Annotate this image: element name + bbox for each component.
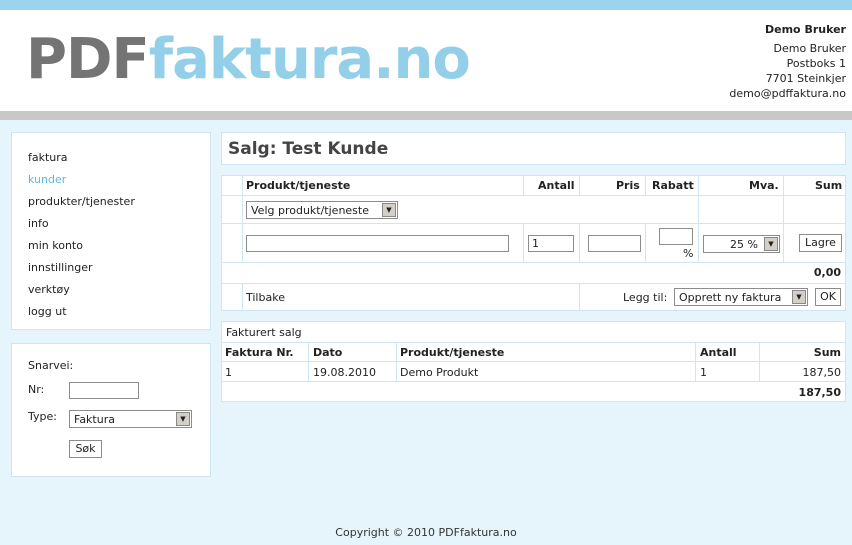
grid-line: [222, 223, 845, 224]
logo[interactable]: PDFfaktura.no: [26, 27, 471, 92]
percent-sign: %: [683, 247, 694, 260]
col-header-vat: Mva.: [749, 179, 779, 192]
footer-copyright: Copyright © 2010 PDFfaktura.no: [335, 526, 517, 539]
user-line-city: 7701 Steinkjer: [765, 72, 846, 85]
sidebar-nav: faktura kunder produkter/tjenester info …: [11, 132, 211, 330]
top-accent-bar: [0, 0, 852, 10]
search-button[interactable]: Søk: [69, 440, 102, 458]
grid-line: [222, 262, 845, 263]
table-line: [396, 342, 397, 381]
sales-total: 187,50: [798, 386, 841, 399]
col-header-discount: Rabatt: [652, 179, 694, 192]
description-input[interactable]: [246, 235, 509, 252]
vat-select[interactable]: 25 % ▼: [703, 235, 780, 253]
sidebar-item-min-konto[interactable]: min konto: [28, 235, 194, 257]
chevron-down-icon: ▼: [764, 237, 778, 251]
nr-label: Nr:: [28, 383, 45, 396]
type-select[interactable]: Faktura ▼: [69, 410, 192, 428]
row-product: Demo Produkt: [400, 366, 479, 379]
col-header-date: Dato: [313, 346, 343, 359]
save-button[interactable]: Lagre: [799, 234, 842, 252]
table-line: [759, 342, 760, 381]
col-header-sum: Sum: [815, 179, 843, 192]
sidebar-item-innstillinger[interactable]: innstillinger: [28, 257, 194, 279]
table-line: [222, 342, 845, 343]
row-invoice-nr[interactable]: 1: [225, 366, 232, 379]
quantity-input[interactable]: 1: [528, 235, 574, 252]
type-label: Type:: [28, 410, 57, 423]
row-quantity: 1: [700, 366, 707, 379]
col-header-sum: Sum: [813, 346, 841, 359]
grid-line: [783, 176, 784, 262]
grid-line: [523, 176, 524, 195]
sidebar-item-verktoy[interactable]: verktøy: [28, 279, 194, 301]
grid-line: [222, 195, 845, 196]
col-header-quantity: Antall: [538, 179, 575, 192]
col-header-product: Produkt/tjeneste: [400, 346, 505, 359]
table-line: [695, 342, 696, 381]
header-divider: [0, 111, 852, 120]
invoiced-sales-caption: Fakturert salg: [226, 326, 302, 339]
grid-line: [523, 223, 524, 262]
vat-select-value: 25 %: [730, 238, 758, 251]
add-select-value: Opprett ny faktura: [679, 291, 782, 304]
header: PDFfaktura.no Demo Bruker Demo Bruker Po…: [0, 10, 852, 111]
add-select[interactable]: Opprett ny faktura ▼: [674, 288, 808, 306]
invoiced-sales-table: Fakturert salg Faktura Nr. Dato Produkt/…: [221, 321, 846, 402]
sidebar-item-logg-ut[interactable]: logg ut: [28, 301, 194, 323]
sidebar-item-produkter[interactable]: produkter/tjenester: [28, 191, 194, 213]
row-date: 19.08.2010: [313, 366, 376, 379]
page-title: Salg: Test Kunde: [228, 139, 389, 159]
product-select[interactable]: Velg produkt/tjeneste ▼: [246, 201, 398, 219]
chevron-down-icon: ▼: [176, 412, 190, 426]
sales-entry-grid: Produkt/tjeneste Antall Pris Rabatt Mva.…: [221, 175, 846, 311]
grid-line: [242, 283, 243, 310]
ok-button[interactable]: OK: [815, 288, 841, 306]
back-link[interactable]: Tilbake: [246, 291, 285, 304]
chevron-down-icon: ▼: [792, 290, 806, 304]
price-input[interactable]: [588, 235, 641, 252]
sidebar-item-kunder[interactable]: kunder: [28, 169, 194, 191]
product-select-value: Velg produkt/tjeneste: [251, 204, 369, 217]
grid-line: [698, 176, 699, 262]
quick-search-title: Snarvei:: [28, 359, 74, 372]
entry-total: 0,00: [813, 266, 841, 279]
logo-part1: PDF: [26, 27, 150, 92]
logo-part2: faktura.no: [148, 27, 471, 92]
col-header-invoice-nr: Faktura Nr.: [225, 346, 294, 359]
grid-line: [645, 176, 646, 195]
user-line-name: Demo Bruker: [773, 42, 847, 55]
quick-search-panel: Snarvei: Nr: Type: Faktura ▼ Søk: [11, 343, 211, 477]
row-sum: 187,50: [802, 366, 842, 379]
table-line: [222, 361, 845, 362]
page-title-panel: Salg: Test Kunde: [221, 132, 846, 165]
discount-input[interactable]: [659, 228, 693, 245]
grid-line: [222, 283, 845, 284]
sidebar-item-faktura[interactable]: faktura: [28, 147, 194, 169]
grid-line: [579, 176, 580, 195]
user-name: Demo Bruker: [765, 23, 846, 36]
col-header-price: Pris: [616, 179, 640, 192]
type-select-value: Faktura: [74, 413, 115, 426]
col-header-quantity: Antall: [700, 346, 737, 359]
user-line-address: Postboks 1: [786, 57, 846, 70]
user-info: Demo Bruker Demo Bruker Postboks 1 7701 …: [729, 22, 846, 101]
grid-line: [242, 176, 243, 262]
add-label: Legg til:: [623, 291, 668, 304]
grid-line: [579, 223, 580, 262]
table-line: [222, 381, 845, 382]
chevron-down-icon: ▼: [382, 203, 396, 217]
table-line: [308, 342, 309, 381]
grid-line: [579, 283, 580, 310]
sidebar-item-info[interactable]: info: [28, 213, 194, 235]
grid-line: [645, 223, 646, 262]
nr-input[interactable]: [69, 382, 139, 399]
col-header-product: Produkt/tjeneste: [246, 179, 351, 192]
user-line-email: demo@pdffaktura.no: [729, 87, 846, 100]
